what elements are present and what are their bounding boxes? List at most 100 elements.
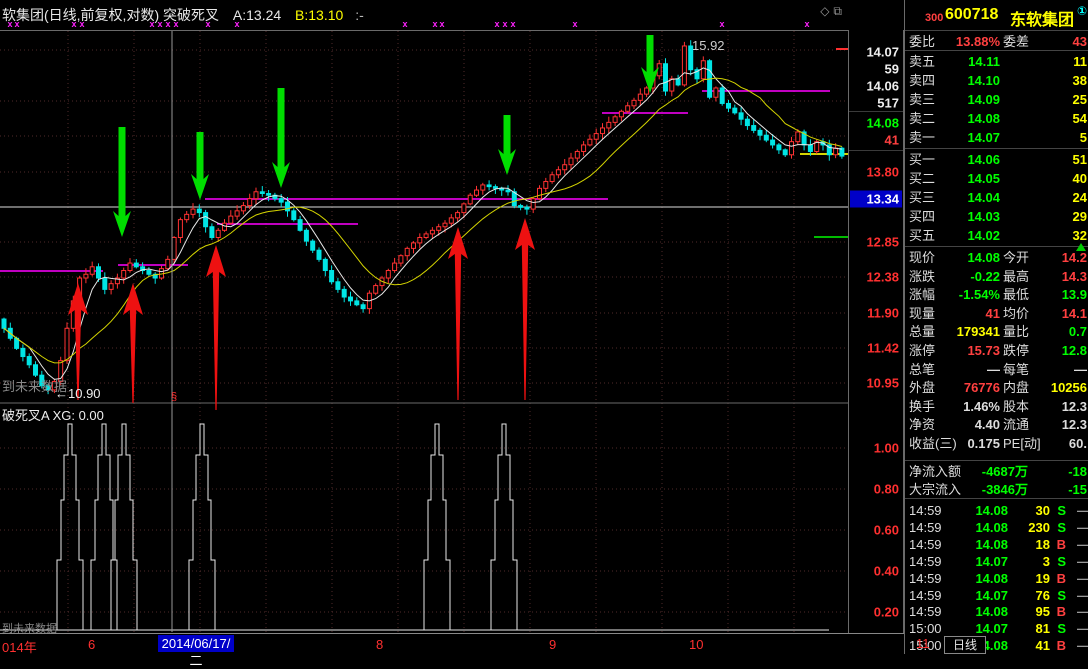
candle-down [758,130,762,135]
buy-volume: 24 [1073,188,1087,207]
diamond-icon[interactable]: ◇ [820,4,833,18]
buy-level-row[interactable]: 买二14.0540 [905,169,1088,188]
candle-down [330,271,334,282]
trade-time: 14:59 [909,603,942,620]
sell-level-row[interactable]: 卖四14.1038 [905,71,1088,90]
candle-down [777,145,781,150]
trade-volume: 19 [1036,570,1050,587]
trade-dash: — [1077,587,1088,604]
candle-down [727,103,731,108]
trade-dash: — [1077,620,1088,637]
trade-price: 14.07 [975,587,1008,604]
candle-up [645,88,649,94]
trade-volume: 81 [1036,620,1050,637]
candle-up [109,284,113,290]
ma-line-5 [4,68,842,380]
candle-up [582,145,586,152]
candle-down [764,135,768,140]
sell-level-row[interactable]: 卖二14.0854 [905,109,1088,128]
buy-level-row[interactable]: 买三14.0424 [905,188,1088,207]
quote-detail-row: 现价14.08今开14.2 [905,248,1088,267]
buy-level-label: 买三 [909,188,935,207]
candle-up [90,267,94,274]
trade-volume: 95 [1036,603,1050,620]
quote-detail-row: 总笔—每笔— [905,360,1088,379]
trade-side: S [1057,519,1066,536]
candle-up [405,248,409,255]
candle-up [682,46,686,85]
mini-quote-separator [849,150,903,151]
candle-up [834,148,838,155]
sub-indicator-label[interactable]: 破死叉A XG: 0.00 [2,405,104,424]
candle-up [248,199,252,206]
quote-value-2: — [1074,360,1087,379]
quote-value: 179341 [957,322,1000,341]
info-badge-icon[interactable]: ① [1077,4,1087,18]
sell-level-row[interactable]: 卖三14.0925 [905,90,1088,109]
price-axis-label: 12.38 [866,270,899,285]
sell-signal-arrow-down [498,115,516,175]
buy-price: 14.03 [967,207,1000,226]
candle-down [487,185,491,187]
candle-up [172,237,176,259]
trade-dash: — [1077,637,1088,654]
candle-up [468,195,472,204]
sell-price: 14.09 [967,90,1000,109]
quote-detail-row: 收益(三)0.175PE[动]60. [905,434,1088,453]
trade-volume: 41 [1036,637,1050,654]
sell-level-row[interactable]: 卖一14.075 [905,128,1088,147]
candle-up [670,79,674,91]
xg-signal-spike [420,424,454,630]
quote-value-2: 10256 [1051,378,1087,397]
buy-level-row[interactable]: 买五14.0232 [905,226,1088,245]
sell-level-row[interactable]: 卖五14.1111 [905,52,1088,71]
quote-label: 净资 [909,415,935,434]
trade-side: S [1057,553,1066,570]
sell-price: 14.11 [968,52,1000,71]
candle-up [790,142,794,155]
candle-down [745,119,749,125]
sell-volume: 38 [1073,71,1087,90]
quote-value-2: 14.3 [1062,267,1087,286]
period-tab-daily[interactable]: 日线 [944,636,986,654]
quote-label-2: PE[动] [1003,434,1041,453]
quote-label: 现量 [909,304,935,323]
buy-level-row[interactable]: 买四14.0329 [905,207,1088,226]
xg-signal-spike [185,424,219,630]
mini-quote-separator [849,111,903,112]
candle-up [128,263,132,270]
quote-value: 4.40 [975,415,1000,434]
mini-quote-value: 14.06 [866,79,899,94]
quote-label-2: 最高 [1003,267,1029,286]
chart-corner-icons[interactable]: ◇⧉ [820,4,846,19]
candle-down [304,230,308,241]
trade-side: B [1057,603,1066,620]
split-pane-icon[interactable]: ⧉ [833,4,846,18]
buy-level-label: 买一 [909,150,935,169]
quote-label-2: 跌停 [1003,341,1029,360]
candle-up [437,227,441,231]
stock-header[interactable]: 300 600718 东软集团 ① [905,0,1088,30]
flow-percent: -18 [1068,462,1087,481]
quote-value: — [987,360,1000,379]
sell-level-label: 卖二 [909,109,935,128]
price-axis-label: 11.42 [867,341,899,356]
quote-value-2: 12.8 [1062,341,1087,360]
candle-down [493,187,497,189]
candle-down [506,190,510,192]
date-tick-label: 10 [689,637,703,652]
high-price-marker: 15.92 [692,38,725,53]
buy-level-row[interactable]: 买一14.0651 [905,150,1088,169]
panel-separator [905,460,1088,461]
sell-price: 14.08 [967,109,1000,128]
flow-amount: -4687万 [982,462,1028,481]
candle-up [412,243,416,248]
candle-up [443,223,447,227]
quote-detail-row: 外盘76776内盘10256 [905,378,1088,397]
sell-volume: 25 [1073,90,1087,109]
quote-label-2: 最低 [1003,285,1029,304]
candle-down [664,64,668,91]
buy-signal-arrow-up [206,245,226,410]
trade-dash: — [1077,603,1088,620]
candle-up [216,230,220,237]
